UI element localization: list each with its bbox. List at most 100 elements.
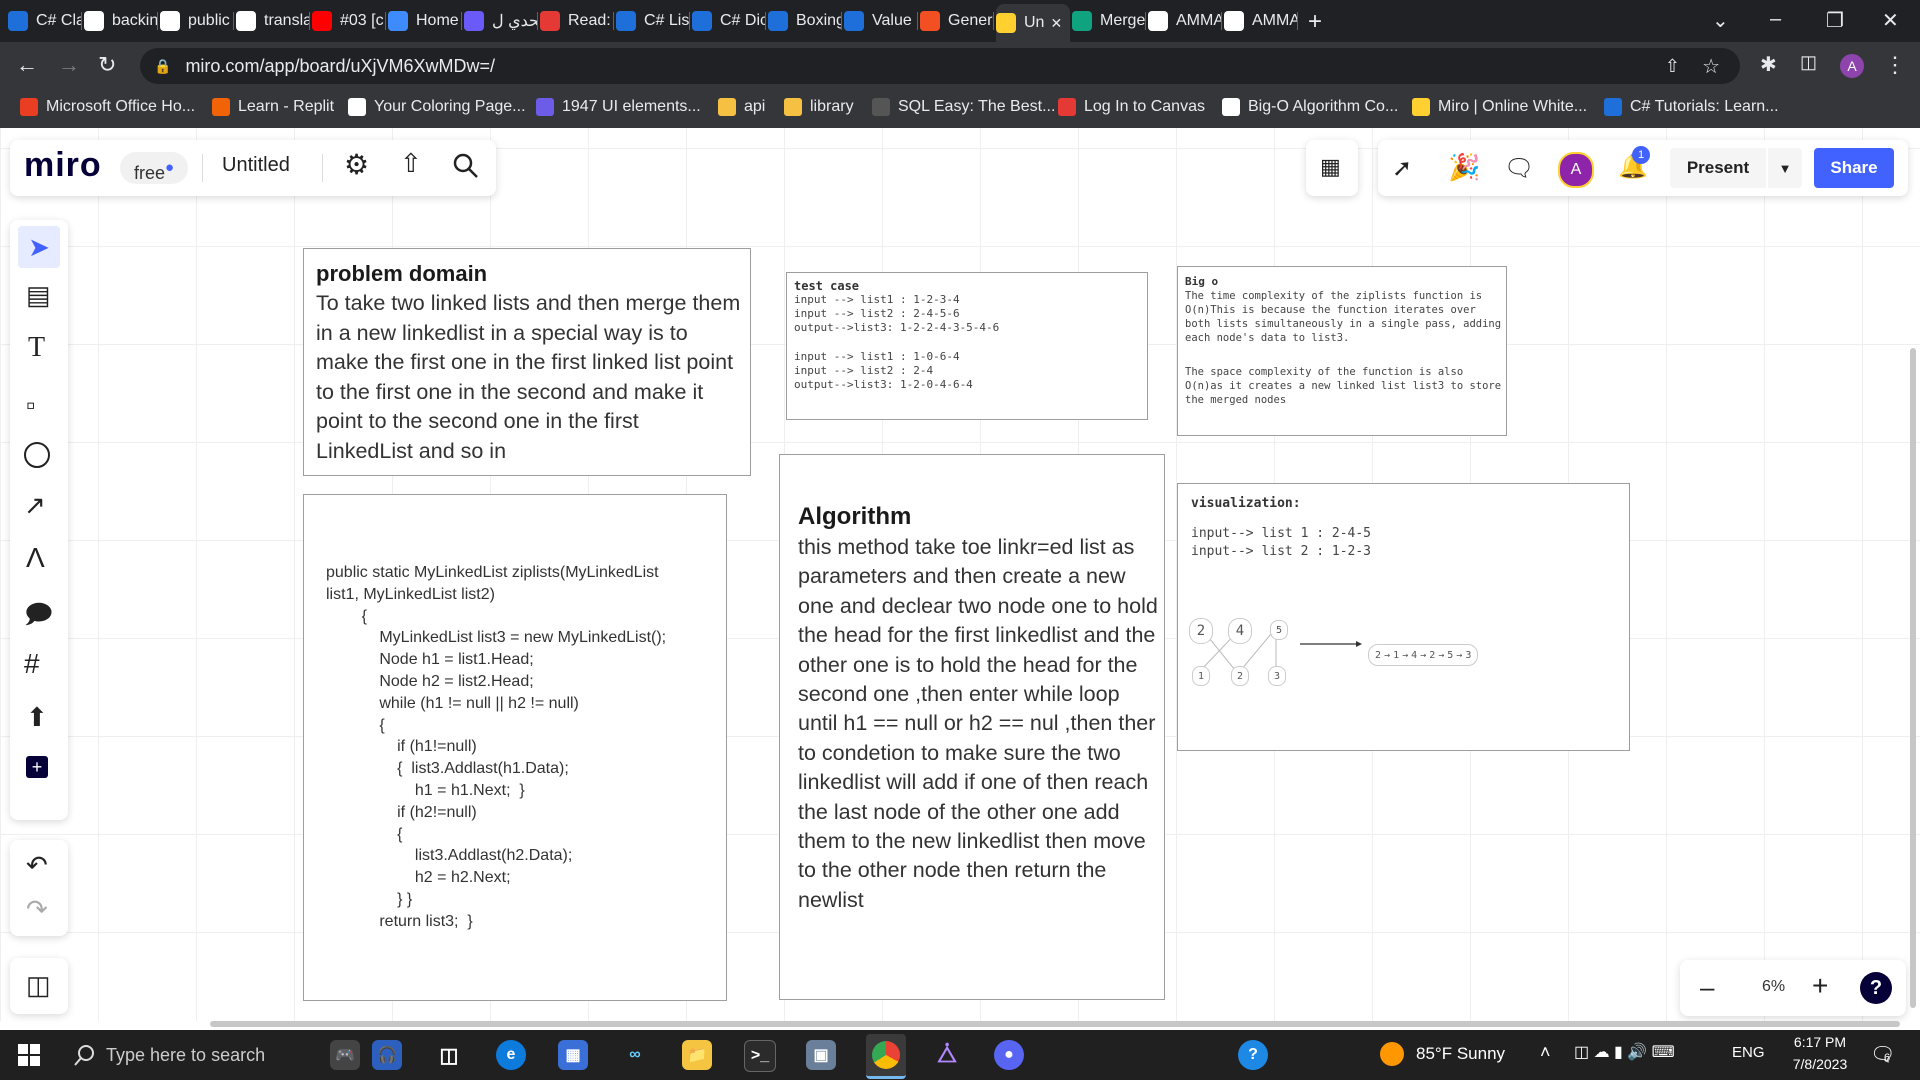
browser-tab[interactable]: C# List [616, 6, 690, 36]
sticky-note-icon[interactable]: ▫ [26, 390, 35, 421]
templates-icon[interactable]: ▤ [26, 280, 51, 311]
shape-circle-icon[interactable] [24, 442, 50, 468]
select-cursor-icon[interactable]: ➤ [18, 226, 60, 268]
photos-icon[interactable]: ▣ [806, 1040, 836, 1070]
frame-icon[interactable]: # [24, 648, 40, 680]
minimize-icon[interactable]: – [1770, 8, 1781, 31]
bookmark-item[interactable]: Learn - Replit [212, 98, 334, 116]
browser-tab[interactable]: Read: [540, 6, 614, 36]
browser-tab[interactable]: backin [84, 6, 158, 36]
zoom-out-icon[interactable]: – [1700, 972, 1714, 1003]
browser-tab[interactable]: C# Cla [8, 6, 82, 36]
bookmark-item[interactable]: Your Coloring Page... [348, 98, 526, 116]
comment-icon[interactable]: 🗩 [24, 596, 53, 640]
browser-tab[interactable]: Value [844, 6, 918, 36]
tray-chevron-up-icon[interactable]: ˄ [1540, 1042, 1551, 1063]
undo-icon[interactable]: ↶ [26, 850, 48, 881]
help-circle-icon[interactable]: ? [1238, 1040, 1268, 1070]
language-indicator[interactable]: ENG [1732, 1044, 1765, 1061]
bookmark-item[interactable]: Miro | Online White... [1412, 98, 1587, 116]
comments-icon[interactable]: 🗨 [1504, 154, 1534, 183]
discord-icon[interactable]: ● [994, 1040, 1024, 1070]
algorithm-card[interactable]: Algorithm this method take toe linkr=ed … [779, 454, 1165, 1000]
browser-tab[interactable]: Un ✕ [996, 4, 1070, 42]
help-icon[interactable]: ? [1860, 972, 1892, 1004]
browser-menu-icon[interactable]: ⋮ [1884, 52, 1906, 78]
close-tab-icon[interactable]: ✕ [1050, 15, 1062, 32]
share-button[interactable]: Share [1814, 148, 1894, 188]
horizontal-scrollbar[interactable] [210, 1021, 1900, 1027]
task-view-icon[interactable]: ◫ [434, 1040, 464, 1070]
edge-icon[interactable]: e [496, 1040, 526, 1070]
terminal-icon[interactable]: >_ [744, 1040, 776, 1072]
forward-icon[interactable]: → [58, 52, 80, 78]
pen-icon[interactable]: Λ [26, 542, 45, 574]
visual-studio-icon[interactable]: ⧊ [932, 1040, 962, 1070]
big-o-card[interactable]: Big o The time complexity of the ziplist… [1177, 266, 1507, 436]
new-tab-button[interactable]: + [1308, 8, 1322, 36]
bookmark-item[interactable]: Microsoft Office Ho... [20, 98, 195, 116]
cursor-follow-icon[interactable]: ➚ [1392, 154, 1412, 183]
bookmark-item[interactable]: 1947 UI elements... [536, 98, 701, 116]
text-tool-icon[interactable]: T [28, 332, 45, 364]
browser-tab[interactable]: AMMA [1224, 6, 1298, 36]
settings-gear-icon[interactable]: ⚙ [344, 148, 369, 181]
share-page-icon[interactable]: ⇧ [1665, 56, 1680, 77]
chrome-icon[interactable] [866, 1034, 906, 1079]
windows-start-icon[interactable] [18, 1044, 40, 1071]
notification-center-icon[interactable]: 🗨 [1870, 1042, 1895, 1067]
extensions-icon[interactable]: ✱ [1760, 52, 1777, 77]
export-upload-icon[interactable]: ⇧ [400, 148, 422, 179]
browser-tab[interactable]: public [160, 6, 234, 36]
miro-logo[interactable]: miro [24, 146, 102, 185]
browser-tab[interactable]: #03 [c [312, 6, 386, 36]
arrow-line-icon[interactable]: ↗ [24, 490, 46, 521]
code-card[interactable]: public static MyLinkedList ziplists(MyLi… [303, 494, 727, 1001]
present-dropdown-chevron-icon[interactable]: ▼ [1768, 148, 1802, 188]
more-apps-plus-icon[interactable]: + [26, 756, 48, 778]
bookmark-star-icon[interactable]: ☆ [1702, 54, 1720, 79]
test-case-card[interactable]: test case input --> list1 : 1-2-3-4 input… [786, 272, 1148, 420]
reload-icon[interactable]: ↻ [98, 52, 116, 78]
tab-search-chevron-icon[interactable]: ⌄ [1712, 8, 1729, 33]
user-avatar[interactable]: A [1558, 152, 1594, 188]
plan-badge[interactable]: free● [120, 152, 189, 184]
store-icon[interactable]: ▦ [558, 1040, 588, 1070]
bookmark-item[interactable]: library [784, 98, 854, 116]
clock-date[interactable]: 7/8/2023 [1780, 1056, 1860, 1072]
clock-time[interactable]: 6:17 PM [1780, 1034, 1860, 1050]
zoom-level[interactable]: 6% [1762, 978, 1785, 996]
headset-icon[interactable]: 🎧 [372, 1040, 402, 1070]
bookmark-item[interactable]: Log In to Canvas [1058, 98, 1205, 116]
profile-avatar[interactable]: A [1840, 54, 1864, 78]
celebrate-icon[interactable]: 🎉 [1448, 152, 1480, 183]
upload-icon[interactable]: ⬆ [26, 702, 48, 733]
browser-tab[interactable]: Home [388, 6, 462, 36]
tray-icons[interactable]: ◫ ☁ ▮ 🔊 ⌨ [1574, 1042, 1675, 1062]
browser-tab[interactable]: Merge [1072, 6, 1146, 36]
bookmark-item[interactable]: SQL Easy: The Best... [872, 98, 1055, 116]
url-field[interactable]: 🔒 miro.com/app/board/uXjVM6XwMDw=/ ⇧ ☆ [140, 48, 1740, 84]
browser-tab[interactable]: C# Dic [692, 6, 766, 36]
browser-tab[interactable]: transla [236, 6, 310, 36]
browser-tab[interactable]: AMMA [1148, 6, 1222, 36]
bookmark-item[interactable]: C# Tutorials: Learn... [1604, 98, 1779, 116]
bookmark-item[interactable]: api [718, 98, 765, 116]
weather-text[interactable]: 85°F Sunny [1416, 1044, 1505, 1064]
sidebar-toggle-icon[interactable]: ◫ [26, 970, 51, 1001]
zoom-in-icon[interactable]: + [1812, 970, 1828, 1002]
vertical-scrollbar[interactable] [1910, 348, 1916, 1008]
search-icon[interactable] [452, 152, 480, 185]
present-button[interactable]: Present [1670, 148, 1766, 188]
back-icon[interactable]: ← [16, 52, 38, 78]
problem-domain-card[interactable]: problem domain To take two linked lists … [303, 248, 751, 476]
bookmark-item[interactable]: Big-O Algorithm Co... [1222, 98, 1398, 116]
browser-tab[interactable]: تحدي ل [464, 6, 538, 36]
visualization-card[interactable]: visualization: input--> list 1 : 2-4-5 i… [1177, 483, 1630, 751]
browser-tab[interactable]: Generi [920, 6, 994, 36]
browser-tab[interactable]: Boxing [768, 6, 842, 36]
gamepad-icon[interactable]: 🎮 [330, 1040, 360, 1070]
miro-board-canvas[interactable]: miro free● Untitled ⚙ ⇧ ▦ ➚ 🎉 🗨 A 🔔 1 Pr… [0, 128, 1920, 1027]
maximize-icon[interactable]: ❐ [1826, 8, 1844, 33]
file-explorer-icon[interactable]: 📁 [682, 1040, 712, 1070]
